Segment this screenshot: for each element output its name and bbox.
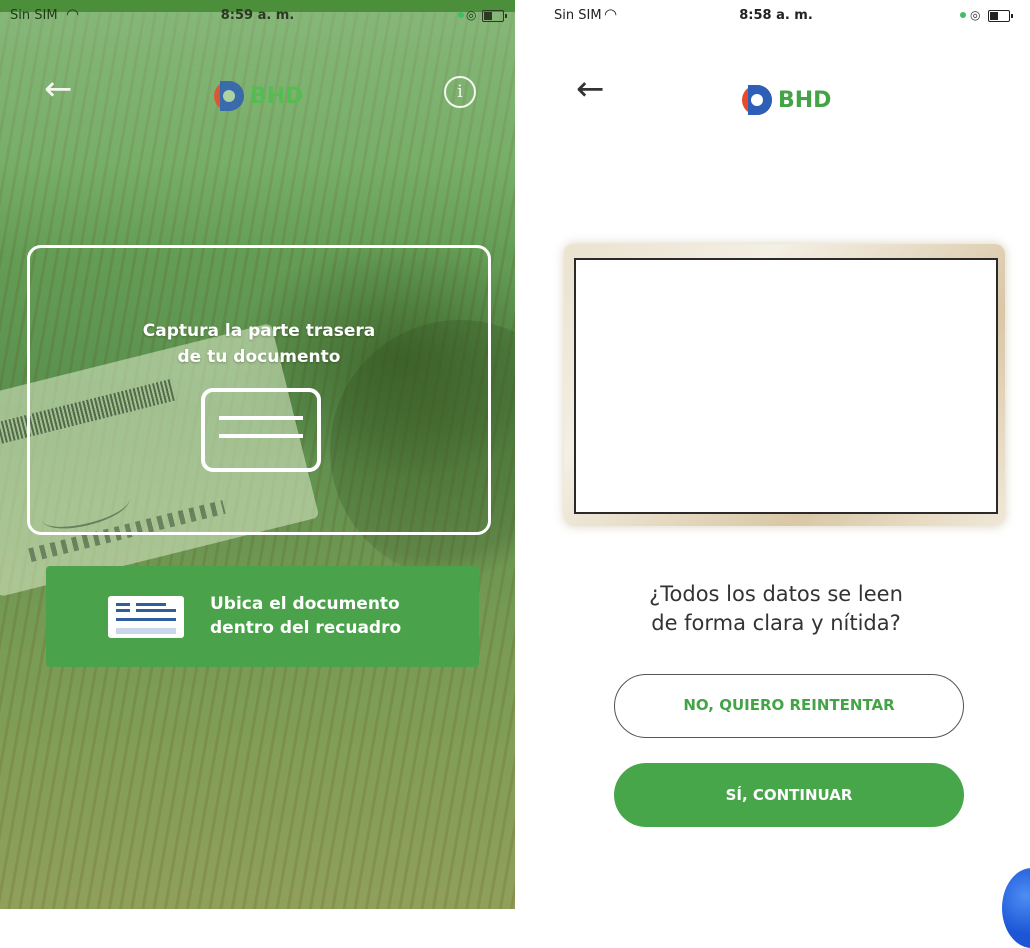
battery-icon bbox=[482, 10, 507, 22]
camera-indicator-icon bbox=[960, 12, 966, 18]
document-card-icon bbox=[108, 596, 184, 638]
battery-icon bbox=[988, 10, 1013, 22]
hint-banner: Ubica el documento dentro del recuadro bbox=[46, 566, 479, 667]
status-bar: Sin SIM ◠ 8:59 a. m. ◎ bbox=[0, 0, 515, 34]
captured-image bbox=[574, 258, 998, 514]
brand-name: BHD bbox=[778, 87, 832, 113]
hint-text: Ubica el documento dentro del recuadro bbox=[210, 592, 401, 640]
screen-divider bbox=[515, 0, 522, 909]
status-time: 8:59 a. m. bbox=[220, 8, 295, 23]
capture-screen: Sin SIM ◠ 8:59 a. m. ◎ ← BHD i Captura l… bbox=[0, 0, 515, 909]
document-back-icon bbox=[201, 388, 321, 472]
back-arrow-icon[interactable]: ← bbox=[576, 72, 605, 106]
continue-button[interactable]: SÍ, CONTINUAR bbox=[614, 763, 964, 827]
camera-indicator-icon bbox=[458, 12, 464, 18]
capture-instruction-line2: de tu documento bbox=[177, 347, 341, 367]
orientation-lock-icon: ◎ bbox=[466, 8, 477, 22]
back-arrow-icon[interactable]: ← bbox=[44, 72, 73, 106]
orientation-lock-icon: ◎ bbox=[970, 8, 981, 22]
brand-logo: BHD bbox=[214, 81, 303, 111]
question-line2: de forma clara y nítida? bbox=[651, 611, 901, 635]
brand-name: BHD bbox=[250, 83, 304, 109]
bhd-logo-icon bbox=[742, 85, 772, 115]
status-bar: Sin SIM ◠ 8:58 a. m. ◎ bbox=[522, 0, 1030, 34]
confirmation-question: ¿Todos los datos se leen de forma clara … bbox=[522, 580, 1030, 638]
camera-background bbox=[0, 0, 515, 250]
info-icon[interactable]: i bbox=[444, 76, 476, 108]
hint-line1: Ubica el documento bbox=[210, 594, 400, 614]
capture-instruction: Captura la parte trasera de tu documento bbox=[27, 318, 491, 370]
status-time: 8:58 a. m. bbox=[739, 8, 813, 23]
review-screen: Sin SIM ◠ 8:58 a. m. ◎ ← BHD ¿Todos los … bbox=[522, 0, 1030, 909]
retry-button[interactable]: NO, QUIERO REINTENTAR bbox=[614, 674, 964, 738]
brand-logo: BHD bbox=[742, 85, 831, 115]
question-line1: ¿Todos los datos se leen bbox=[649, 582, 903, 606]
bhd-logo-icon bbox=[214, 81, 244, 111]
hint-line2: dentro del recuadro bbox=[210, 618, 402, 638]
capture-instruction-line1: Captura la parte trasera bbox=[142, 321, 376, 341]
